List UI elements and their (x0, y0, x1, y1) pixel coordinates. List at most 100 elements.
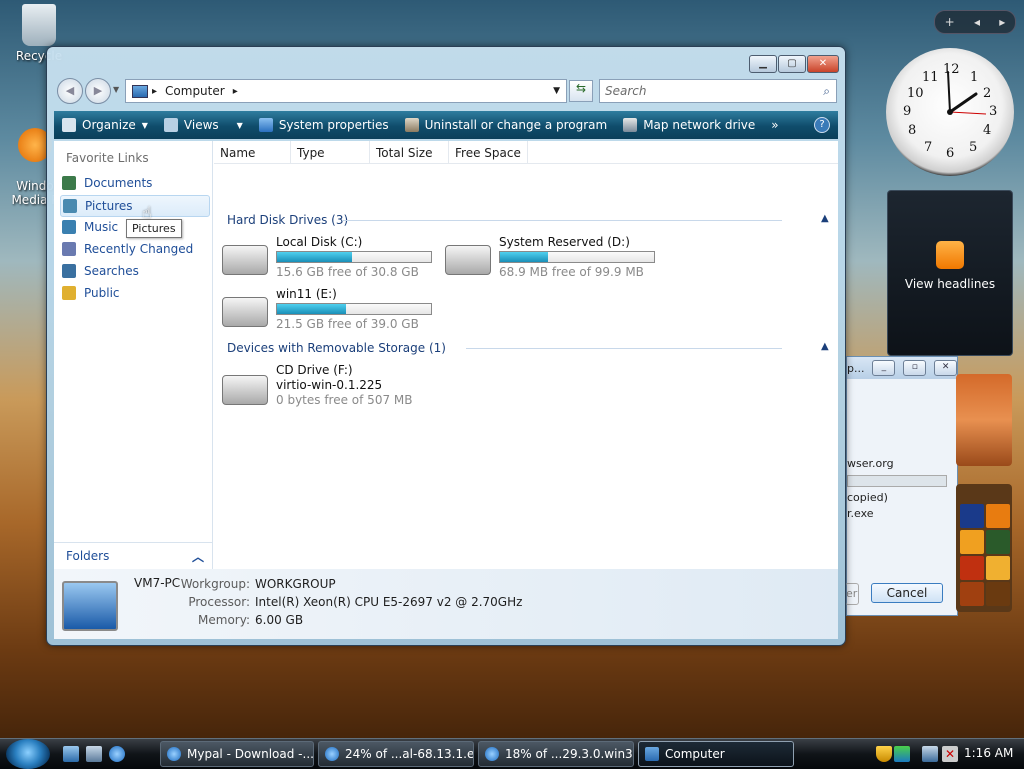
search-placeholder: Search (605, 84, 647, 98)
minimize-button[interactable]: ▁ (749, 55, 777, 73)
nav-link-searches[interactable]: Searches (60, 261, 208, 281)
details-pane: VM7-PC Workgroup: WORKGROUP Processor: I… (54, 569, 838, 639)
address-path-chevron-icon[interactable]: ▸ (233, 86, 238, 97)
column-header-total-size[interactable]: Total Size (370, 141, 449, 163)
bg-dialog-cancel-button[interactable]: Cancel (871, 583, 943, 603)
bg-dialog-title-fragment: p... (847, 361, 865, 375)
pictures-tooltip: Pictures (126, 219, 182, 238)
network-drive-icon (623, 118, 638, 132)
close-button[interactable]: ✕ (807, 55, 839, 73)
next-gadget-button[interactable]: ▸ (999, 15, 1005, 29)
nav-link-documents[interactable]: Documents (60, 173, 208, 193)
drive-win11-e[interactable]: win11 (E:) 21.5 GB free of 39.0 GB (222, 287, 442, 333)
slideshow-gadget[interactable] (956, 374, 1012, 466)
drive-usage-bar (276, 303, 432, 315)
hand-cursor-icon: ☝ (142, 203, 152, 222)
clock-gadget[interactable]: 12 1 2 3 4 5 6 7 8 9 10 11 (886, 48, 1014, 176)
add-gadget-button[interactable]: + (945, 15, 955, 29)
address-bar[interactable]: ▸ Computer ▸ ▼ (125, 79, 567, 103)
taskbar-button-mypal[interactable]: Mypal - Download -... (160, 741, 314, 767)
clock-time[interactable]: 1:16 AM (964, 746, 1013, 760)
uninstall-program-button[interactable]: Uninstall or change a program (397, 113, 616, 137)
uninstall-icon (404, 118, 419, 132)
explorer-content: Favorite Links Documents Pictures Music … (54, 141, 838, 592)
folders-toggle[interactable]: Folders ︿ (54, 542, 212, 569)
collapse-hard-disks-icon[interactable]: ▲ (821, 213, 829, 224)
hard-drive-icon (222, 297, 268, 327)
map-network-drive-label: Map network drive (643, 118, 756, 132)
nav-link-pictures[interactable]: Pictures (60, 195, 210, 217)
recent-icon (62, 242, 76, 256)
windows-drive-icon (222, 245, 268, 275)
drive-free-space: 21.5 GB free of 39.0 GB (276, 317, 419, 331)
computer-explorer-window: ▁ ▢ ✕ ◀ ▶ ▼ ▸ Computer ▸ ▼ ⇆ Search ⌕ Or… (46, 46, 846, 646)
taskbar-button-download-18[interactable]: 18% of ...29.3.0.win3... (478, 741, 634, 767)
bg-dialog-button-fragment[interactable]: er (845, 583, 859, 605)
taskbar-button-computer[interactable]: Computer (638, 741, 794, 767)
command-bar: Organize ▼ Views ▼ System properties Uni… (54, 111, 838, 139)
nav-link-label: Documents (84, 176, 153, 190)
volume-muted-icon[interactable]: ✕ (942, 746, 958, 762)
nav-link-recently-changed[interactable]: Recently Changed (60, 239, 208, 259)
windows-update-icon[interactable] (894, 746, 910, 762)
taskbar-button-label: Mypal - Download -... (187, 747, 314, 761)
hard-drive-icon (445, 245, 491, 275)
organize-chevron-down-icon: ▼ (141, 120, 148, 130)
nav-link-public[interactable]: Public (60, 283, 208, 303)
group-header-hard-disk-drives[interactable]: Hard Disk Drives (3) (227, 213, 348, 227)
search-icon[interactable]: ⌕ (823, 84, 830, 99)
address-root-chevron-icon[interactable]: ▸ (152, 86, 157, 97)
help-icon[interactable]: ? (814, 117, 830, 133)
search-input[interactable]: Search ⌕ (599, 79, 837, 103)
bg-minimize-button[interactable]: _ (872, 360, 896, 376)
uninstall-label: Uninstall or change a program (424, 118, 608, 132)
views-button[interactable]: Views ▼ (156, 113, 251, 137)
map-network-drive-button[interactable]: Map network drive (615, 113, 763, 137)
network-icon[interactable] (922, 746, 938, 762)
bg-dialog-status-fragment: copied) (847, 491, 888, 504)
bg-dialog-progress (847, 475, 947, 487)
switch-windows-icon[interactable] (86, 746, 102, 762)
ie-icon (325, 747, 339, 761)
column-header-type[interactable]: Type (291, 141, 370, 163)
feed-headlines-gadget[interactable]: View headlines (887, 190, 1013, 356)
nav-link-label: Recently Changed (84, 242, 194, 256)
drive-system-reserved-d[interactable]: System Reserved (D:) 68.9 MB free of 99.… (445, 235, 675, 281)
bg-close-button[interactable]: ✕ (934, 360, 958, 376)
recycle-bin-icon (22, 4, 56, 46)
drive-name: win11 (E:) (276, 287, 337, 301)
column-header-free-space[interactable]: Free Space (449, 141, 528, 163)
taskbar-button-download-24[interactable]: 24% of ...al-68.13.1.e... (318, 741, 474, 767)
bg-maximize-button[interactable]: ▫ (903, 360, 927, 376)
collapse-removable-storage-icon[interactable]: ▲ (821, 341, 829, 352)
group-header-removable-storage[interactable]: Devices with Removable Storage (1) (227, 341, 446, 355)
more-commands-button[interactable]: » (763, 113, 786, 137)
drive-local-disk-c[interactable]: Local Disk (C:) 15.6 GB free of 30.8 GB (222, 235, 442, 281)
drive-cd-f[interactable]: CD Drive (F:) virtio-win-0.1.225 0 bytes… (222, 363, 442, 413)
recent-pages-chevron-icon[interactable]: ▼ (113, 85, 119, 94)
refresh-icon[interactable]: ⇆ (569, 80, 593, 102)
forward-button[interactable]: ▶ (85, 78, 111, 104)
drive-free-space: 15.6 GB free of 30.8 GB (276, 265, 419, 279)
favorite-links-heading: Favorite Links (66, 151, 149, 165)
show-desktop-icon[interactable] (63, 746, 79, 762)
start-button[interactable] (6, 739, 50, 769)
address-dropdown-icon[interactable]: ▼ (553, 86, 560, 96)
system-properties-icon (258, 118, 273, 132)
address-path[interactable]: Computer (165, 84, 225, 98)
back-button[interactable]: ◀ (57, 78, 83, 104)
organize-button[interactable]: Organize ▼ (54, 113, 156, 137)
computer-icon (132, 84, 148, 98)
documents-icon (62, 176, 76, 190)
previous-gadget-button[interactable]: ◂ (974, 15, 980, 29)
system-properties-button[interactable]: System properties (251, 113, 397, 137)
security-shield-icon[interactable] (876, 746, 892, 762)
picture-puzzle-gadget[interactable] (956, 484, 1012, 612)
drive-name: System Reserved (D:) (499, 235, 630, 249)
view-headlines-link[interactable]: View headlines (905, 277, 995, 291)
maximize-button[interactable]: ▢ (778, 55, 806, 73)
internet-explorer-icon[interactable] (109, 746, 125, 762)
memory-value: 6.00 GB (255, 613, 304, 627)
drive-volume-label: virtio-win-0.1.225 (276, 378, 383, 392)
column-header-name[interactable]: Name (214, 141, 291, 163)
